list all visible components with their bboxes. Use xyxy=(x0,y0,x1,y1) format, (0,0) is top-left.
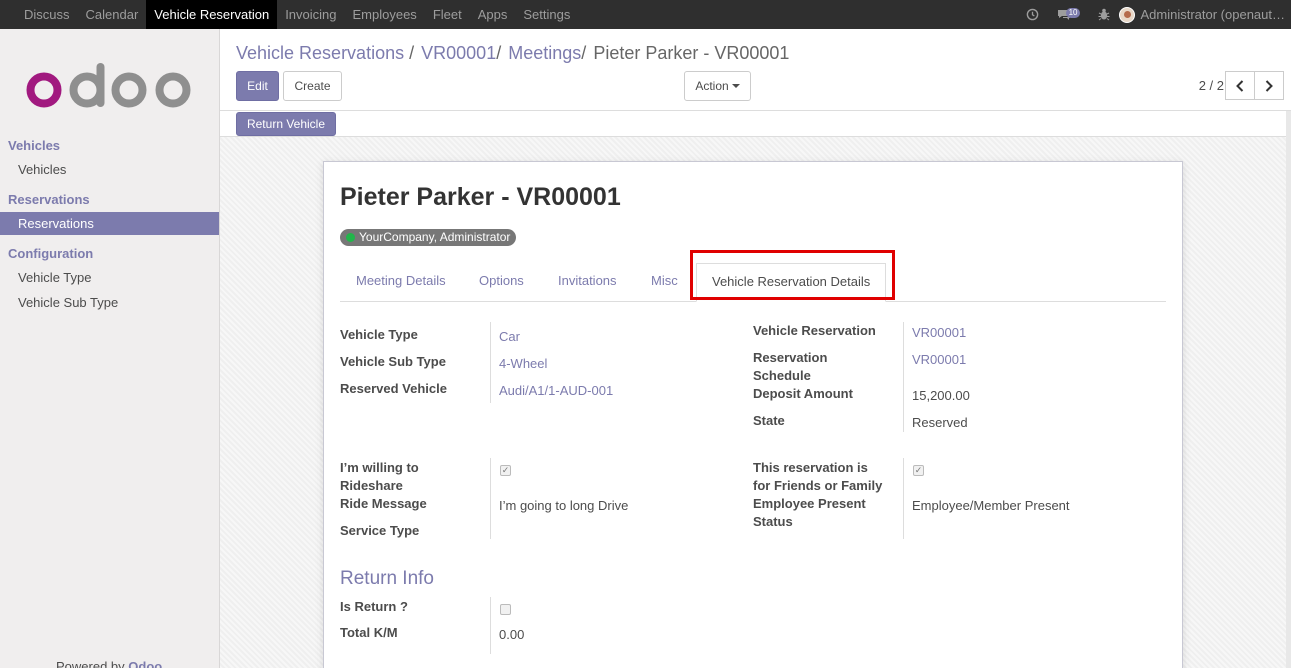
odoo-link[interactable]: Odoo xyxy=(128,659,162,668)
deposit-amount-value: 15,200.00 xyxy=(912,388,970,403)
rideshare-label: I’m willing to Rideshare xyxy=(340,460,419,493)
menu-employees[interactable]: Employees xyxy=(345,0,425,29)
employee-present-value: Employee/Member Present xyxy=(912,498,1070,513)
form-sheet: Pieter Parker - VR00001 YourCompany, Adm… xyxy=(323,161,1183,668)
action-dropdown[interactable]: Action xyxy=(684,71,751,101)
return-vehicle-button[interactable]: Return Vehicle xyxy=(236,112,336,136)
reserved-vehicle-value[interactable]: Audi/A1/1-AUD-001 xyxy=(499,383,613,398)
return-info-heading: Return Info xyxy=(340,568,434,589)
employee-present-label: Employee Present Status xyxy=(753,496,866,529)
vehicle-sub-type-value[interactable]: 4-Wheel xyxy=(499,356,547,371)
action-label: Action xyxy=(695,79,729,93)
tab-meeting-details[interactable]: Meeting Details xyxy=(356,273,446,288)
sidebar-section-configuration[interactable]: Configuration xyxy=(8,246,93,261)
breadcrumb-meetings[interactable]: Meetings xyxy=(508,43,581,63)
chevron-right-icon xyxy=(1265,79,1273,92)
sidebar-item-vehicle-sub-type[interactable]: Vehicle Sub Type xyxy=(0,291,219,314)
pager-previous-button[interactable] xyxy=(1225,71,1255,100)
clock-icon[interactable] xyxy=(1026,8,1039,21)
powered-by: Powered by Odoo xyxy=(56,659,162,668)
vehicle-reservation-label: Vehicle Reservation xyxy=(753,323,876,338)
divider xyxy=(903,458,904,539)
caret-down-icon xyxy=(731,83,740,88)
user-menu[interactable]: Administrator (openaut… xyxy=(1119,6,1285,23)
vehicle-type-value[interactable]: Car xyxy=(499,329,520,344)
notebook-tabs: Meeting Details Options Invitations Misc… xyxy=(340,262,1166,302)
menu-vehicle-reservation[interactable]: Vehicle Reservation xyxy=(146,0,278,29)
breadcrumb-vr00001[interactable]: VR00001 xyxy=(421,43,496,63)
rideshare-checkbox[interactable]: ✓ xyxy=(500,465,511,476)
pager-next-button[interactable] xyxy=(1254,71,1284,100)
ride-message-label: Ride Message xyxy=(340,496,427,511)
control-panel: Vehicle Reservations / VR00001/ Meetings… xyxy=(220,29,1291,111)
vehicle-type-label: Vehicle Type xyxy=(340,327,418,342)
message-count-badge: 10 xyxy=(1065,7,1081,18)
tab-options[interactable]: Options xyxy=(479,273,524,288)
attendee-tag[interactable]: YourCompany, Administrator xyxy=(340,229,517,246)
avatar xyxy=(1119,6,1136,23)
chevron-left-icon xyxy=(1236,79,1244,92)
menu-settings[interactable]: Settings xyxy=(515,0,578,29)
sidebar: Vehicles Vehicles Reservations Reservati… xyxy=(0,29,220,668)
sidebar-section-reservations[interactable]: Reservations xyxy=(8,192,90,207)
app-menu: Discuss Calendar Vehicle Reservation Inv… xyxy=(0,0,578,29)
menu-calendar[interactable]: Calendar xyxy=(78,0,147,29)
reservation-schedule-label: Reservation Schedule xyxy=(753,350,828,383)
breadcrumb-current: Pieter Parker - VR00001 xyxy=(593,43,790,63)
messages-icon[interactable]: 10 xyxy=(1057,7,1081,21)
divider xyxy=(490,322,491,403)
divider xyxy=(490,597,491,654)
total-km-value: 0.00 xyxy=(499,627,525,642)
user-name: Administrator (openaut… xyxy=(1140,7,1285,22)
breadcrumb: Vehicle Reservations / VR00001/ Meetings… xyxy=(236,43,790,63)
scrollbar[interactable] xyxy=(1286,111,1291,668)
sidebar-item-reservations[interactable]: Reservations xyxy=(0,212,219,235)
service-type-label: Service Type xyxy=(340,523,420,538)
top-navbar: Discuss Calendar Vehicle Reservation Inv… xyxy=(0,0,1291,29)
edit-button[interactable]: Edit xyxy=(236,71,279,101)
tab-vehicle-reservation-details[interactable]: Vehicle Reservation Details xyxy=(696,263,887,302)
sidebar-item-vehicle-type[interactable]: Vehicle Type xyxy=(0,266,219,289)
divider xyxy=(490,458,491,539)
tab-invitations[interactable]: Invitations xyxy=(558,273,617,288)
record-title: Pieter Parker - VR00001 xyxy=(340,183,621,211)
menu-apps[interactable]: Apps xyxy=(470,0,516,29)
menu-fleet[interactable]: Fleet xyxy=(425,0,470,29)
bug-icon[interactable] xyxy=(1098,8,1110,21)
reserved-vehicle-label: Reserved Vehicle xyxy=(340,381,447,396)
menu-invoicing[interactable]: Invoicing xyxy=(277,0,344,29)
total-km-label: Total K/M xyxy=(340,625,398,640)
divider xyxy=(903,322,904,432)
pager-value[interactable]: 2 / 2 xyxy=(1199,78,1224,93)
create-button[interactable]: Create xyxy=(283,71,342,101)
state-value: Reserved xyxy=(912,415,968,430)
form-statusbar: Return Vehicle xyxy=(220,111,1286,137)
sidebar-item-vehicles[interactable]: Vehicles xyxy=(0,158,219,181)
friends-family-checkbox[interactable]: ✓ xyxy=(913,465,924,476)
vehicle-reservation-value[interactable]: VR00001 xyxy=(912,325,966,340)
sidebar-section-vehicles[interactable]: Vehicles xyxy=(8,138,60,153)
odoo-logo[interactable] xyxy=(25,63,193,112)
breadcrumb-vehicle-reservations[interactable]: Vehicle Reservations xyxy=(236,43,404,63)
tab-misc[interactable]: Misc xyxy=(651,273,678,288)
state-label: State xyxy=(753,413,785,428)
vehicle-sub-type-label: Vehicle Sub Type xyxy=(340,354,446,369)
reservation-schedule-value[interactable]: VR00001 xyxy=(912,352,966,367)
is-return-checkbox[interactable] xyxy=(500,604,511,615)
menu-discuss[interactable]: Discuss xyxy=(16,0,78,29)
deposit-amount-label: Deposit Amount xyxy=(753,386,853,401)
is-return-label: Is Return ? xyxy=(340,599,408,614)
ride-message-value: I’m going to long Drive xyxy=(499,498,629,513)
status-dot xyxy=(346,233,355,242)
friends-family-label: This reservation is for Friends or Family xyxy=(753,460,883,493)
